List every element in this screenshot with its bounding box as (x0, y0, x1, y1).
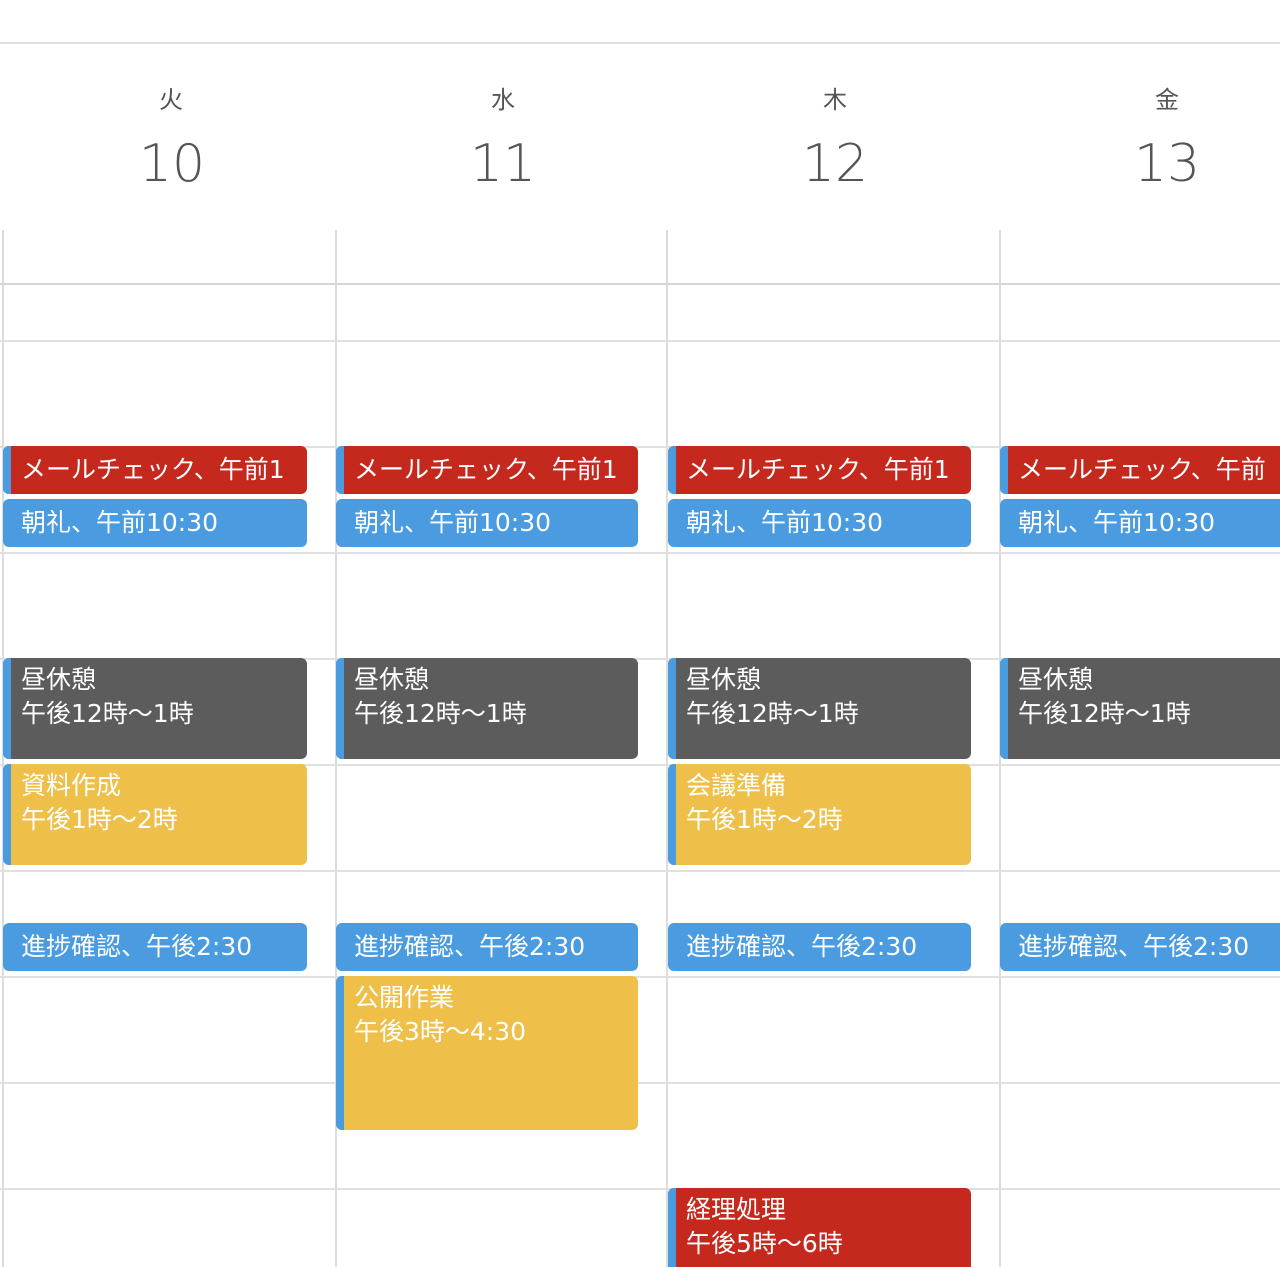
event-shinchoku[interactable]: 進捗確認、午後2:30 (1000, 923, 1280, 971)
event-time: 午後12時〜1時 (21, 699, 194, 728)
calendar-color-stripe (668, 1188, 676, 1267)
event-mail-check[interactable]: メールチェック、午前1 (3, 446, 307, 494)
hour-line (0, 552, 1280, 554)
calendar-color-stripe (336, 446, 344, 494)
calendar-color-stripe (1000, 658, 1008, 759)
hour-line (0, 870, 1280, 872)
hour-line (0, 1188, 1280, 1190)
calendar-color-stripe (3, 764, 11, 865)
calendar-color-stripe (3, 446, 11, 494)
event-title: 会議準備 (686, 771, 787, 800)
event-title: 進捗確認、午後2:30 (1018, 932, 1250, 961)
event-time: 午後12時〜1時 (354, 699, 527, 728)
event-time: 午後12時〜1時 (686, 699, 859, 728)
day-of-week: 水 (491, 86, 515, 114)
event-shinchoku[interactable]: 進捗確認、午後2:30 (668, 923, 971, 971)
calendar-color-stripe (3, 658, 11, 759)
event-title: 朝礼、午前10:30 (1018, 508, 1216, 537)
event-chorei[interactable]: 朝礼、午前10:30 (336, 499, 638, 547)
event-chorei[interactable]: 朝礼、午前10:30 (1000, 499, 1280, 547)
event-chorei[interactable]: 朝礼、午前10:30 (668, 499, 971, 547)
event-title: 昼休憩 (354, 665, 430, 694)
event-lunch[interactable]: 昼休憩 午後12時〜1時 (336, 658, 638, 759)
event-lunch[interactable]: 昼休憩 午後12時〜1時 (3, 658, 307, 759)
event-chorei[interactable]: 朝礼、午前10:30 (3, 499, 307, 547)
event-lunch[interactable]: 昼休憩 午後12時〜1時 (1000, 658, 1280, 759)
day-of-week: 火 (159, 86, 183, 114)
event-time: 午後3時〜4:30 (354, 1017, 527, 1046)
event-title: 資料作成 (21, 771, 122, 800)
event-shinchoku[interactable]: 進捗確認、午後2:30 (336, 923, 638, 971)
event-keiri-shori[interactable]: 経理処理 午後5時〜6時 (668, 1188, 971, 1267)
event-lunch[interactable]: 昼休憩 午後12時〜1時 (668, 658, 971, 759)
event-title: 昼休憩 (21, 665, 97, 694)
hour-line (0, 1082, 1280, 1084)
event-mail-check[interactable]: メールチェック、午前 (1000, 446, 1280, 494)
day-number[interactable]: 10 (92, 134, 252, 194)
day-of-week: 金 (1155, 86, 1179, 114)
event-time: 午後12時〜1時 (1018, 699, 1191, 728)
event-title: 公開作業 (354, 983, 455, 1012)
event-time: 午後5時〜6時 (686, 1229, 843, 1258)
event-title: 朝礼、午前10:30 (686, 508, 884, 537)
event-mail-check[interactable]: メールチェック、午前1 (668, 446, 971, 494)
hour-line (0, 340, 1280, 342)
event-time: 午後1時〜2時 (21, 805, 178, 834)
event-title: 昼休憩 (1018, 665, 1094, 694)
event-title: 進捗確認、午後2:30 (686, 932, 918, 961)
header-top-divider (0, 42, 1280, 44)
event-shinchoku[interactable]: 進捗確認、午後2:30 (3, 923, 307, 971)
day-number[interactable]: 11 (423, 134, 583, 194)
event-title: メールチェック、午前 (1018, 455, 1266, 484)
event-time: 午後1時〜2時 (686, 805, 843, 834)
event-title: 進捗確認、午後2:30 (354, 932, 586, 961)
calendar-color-stripe (336, 658, 344, 759)
calendar-color-stripe (668, 658, 676, 759)
calendar-color-stripe (336, 976, 344, 1130)
day-number[interactable]: 12 (755, 134, 915, 194)
event-mail-check[interactable]: メールチェック、午前1 (336, 446, 638, 494)
event-title: 朝礼、午前10:30 (21, 508, 219, 537)
calendar-color-stripe (1000, 446, 1008, 494)
event-shiryo-sakusei[interactable]: 資料作成 午後1時〜2時 (3, 764, 307, 865)
event-title: 朝礼、午前10:30 (354, 508, 552, 537)
event-title: 進捗確認、午後2:30 (21, 932, 253, 961)
day-of-week: 木 (823, 86, 847, 114)
hour-line (0, 283, 1280, 285)
calendar-color-stripe (668, 764, 676, 865)
event-title: 経理処理 (686, 1195, 787, 1224)
calendar-color-stripe (668, 446, 676, 494)
event-title: メールチェック、午前1 (354, 455, 618, 484)
hour-line (0, 976, 1280, 978)
event-title: メールチェック、午前1 (686, 455, 950, 484)
event-kaigi-junbi[interactable]: 会議準備 午後1時〜2時 (668, 764, 971, 865)
event-title: 昼休憩 (686, 665, 762, 694)
event-kokai-sagyo[interactable]: 公開作業 午後3時〜4:30 (336, 976, 638, 1130)
event-title: メールチェック、午前1 (21, 455, 285, 484)
day-number[interactable]: 13 (1087, 134, 1247, 194)
